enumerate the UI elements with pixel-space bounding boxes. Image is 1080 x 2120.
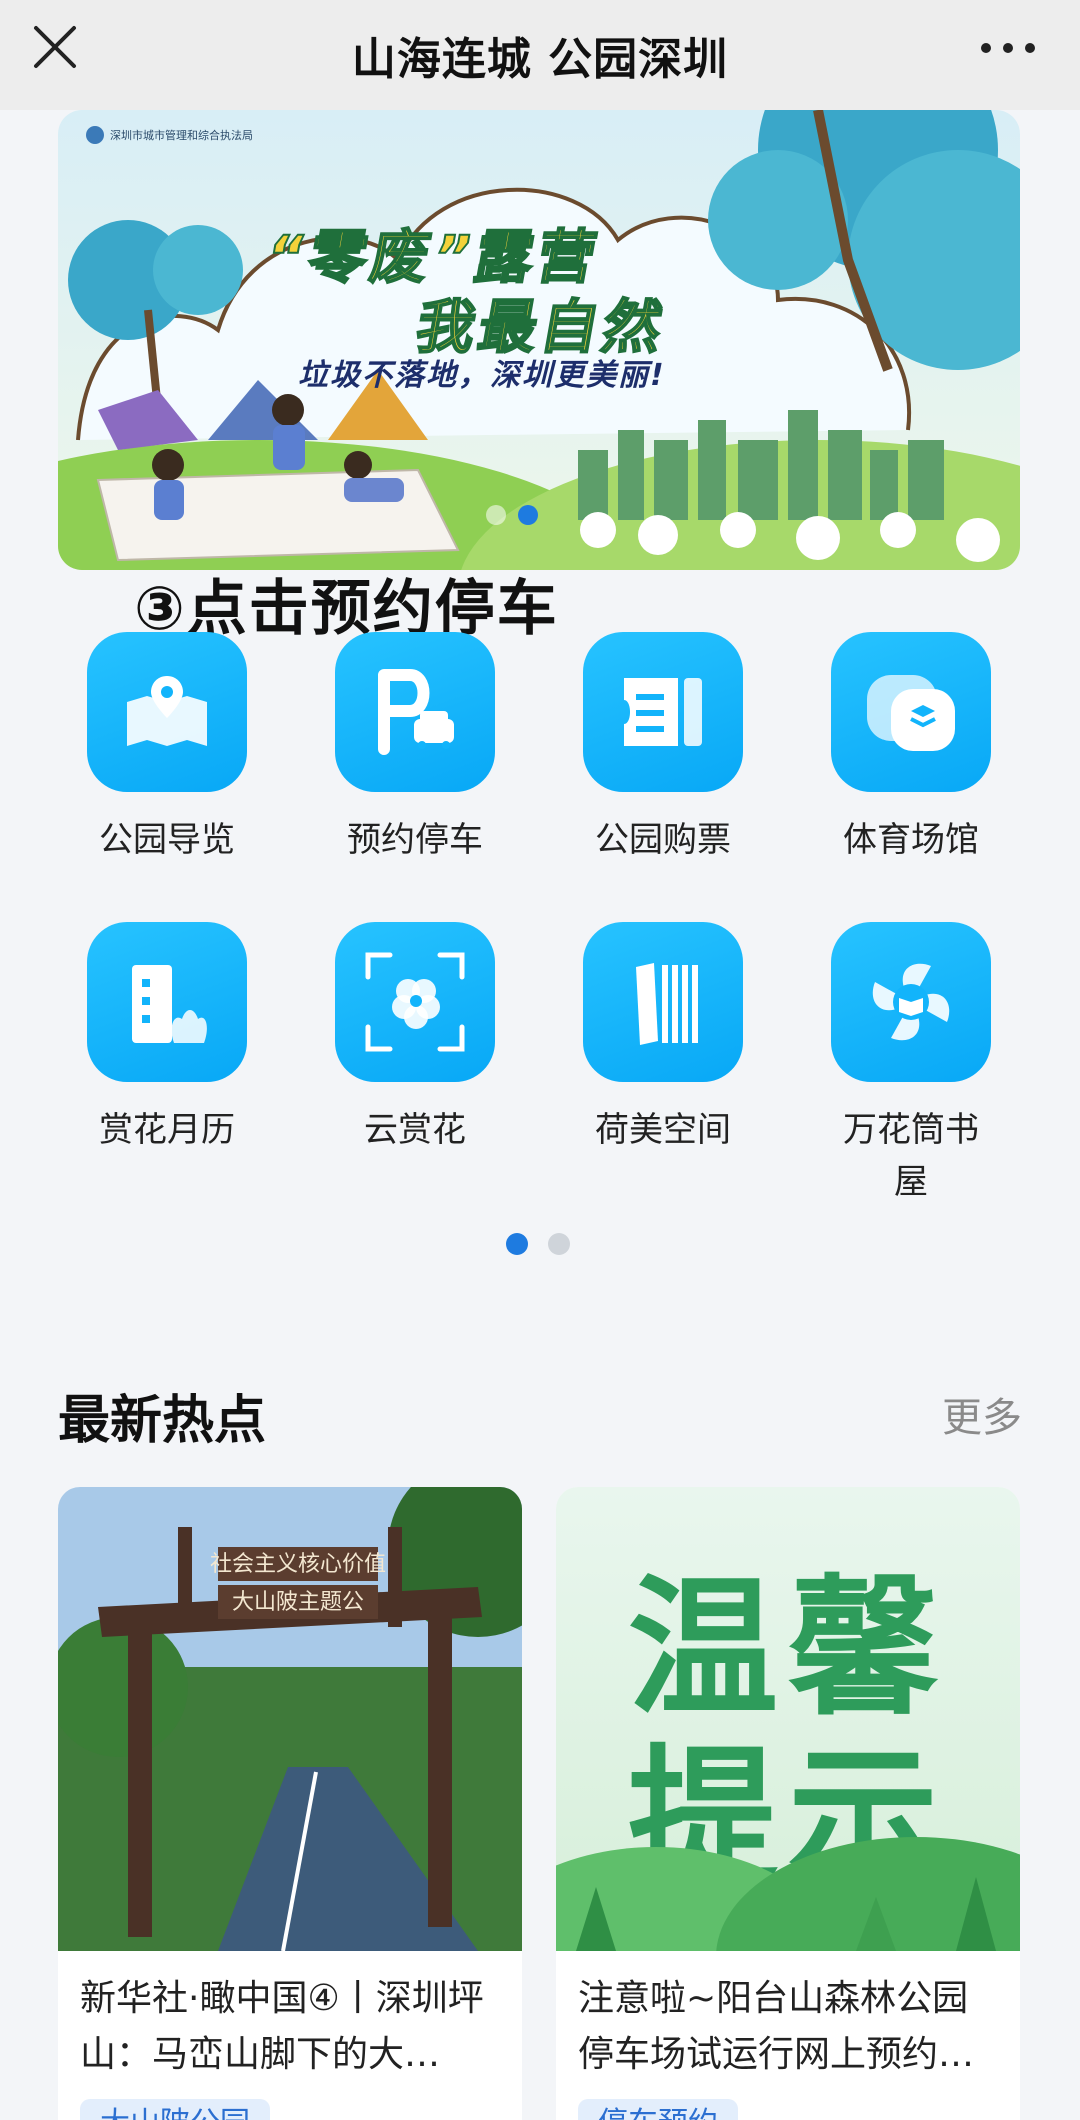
banner-dot-2[interactable]: [518, 505, 538, 525]
service-flower-calendar[interactable]: 赏花月历: [57, 922, 277, 1156]
service-stadiums[interactable]: 体育场馆: [801, 632, 1021, 866]
service-label: 万花筒书屋: [843, 1110, 979, 1202]
more-dots-icon[interactable]: [976, 28, 1040, 68]
banner-dot-1[interactable]: [486, 505, 506, 525]
news-tag[interactable]: 停车预约: [578, 2099, 738, 2120]
service-label: 赏花月历: [99, 1110, 235, 1150]
banner-org-text: 深圳市城市管理和综合执法局: [110, 129, 253, 142]
building-flower-icon: [87, 922, 247, 1082]
map-pin-icon: [87, 632, 247, 792]
banner-org: 深圳市城市管理和综合执法局: [86, 126, 253, 144]
service-label: 荷美空间: [595, 1110, 731, 1150]
service-label: 体育场馆: [843, 820, 979, 860]
service-park-tickets[interactable]: 公园购票: [553, 632, 773, 866]
top-bar: 山海连城 公园深圳: [0, 0, 1080, 110]
news-card-1[interactable]: 社会主义核心价值 大山陂主题公 新华社·瞰中国④丨深圳坪山：马峦山脚下的大… 大…: [58, 1487, 522, 2120]
news-title: 新华社·瞰中国④丨深圳坪山：马峦山脚下的大…: [80, 1978, 484, 2075]
parking-car-icon: [335, 632, 495, 792]
city-logo-icon: [86, 126, 104, 144]
service-parking-reservation[interactable]: 预约停车: [305, 632, 525, 866]
close-icon[interactable]: [30, 22, 80, 72]
news-title: 注意啦~阳台山森林公园停车场试运行网上预约…: [578, 1978, 975, 2075]
more-link[interactable]: 更多: [942, 1385, 1022, 1443]
flower-scan-icon: [335, 922, 495, 1082]
news-card-2[interactable]: 温馨 提示 注意啦~阳台山森林公园停车场试运行网上预约… 停车预约: [556, 1487, 1020, 2120]
service-kaleidoscope-bookhouse[interactable]: 万花筒书屋: [801, 922, 1021, 1208]
page-title: 山海连城 公园深圳: [351, 34, 729, 85]
promo-banner[interactable]: 深圳市城市管理和综合执法局 “零废”露营 我最自然 垃圾不落地，深圳更美丽!: [58, 110, 1020, 570]
ticket-icon: [583, 632, 743, 792]
news-thumbnail-park-gate: 社会主义核心价值 大山陂主题公: [58, 1487, 522, 1951]
service-hemei-space[interactable]: 荷美空间: [553, 922, 773, 1156]
news-thumbnail-warm-tip: 温馨 提示: [556, 1487, 1020, 1951]
service-label: 公园导览: [99, 820, 235, 860]
banner-slogan-3: 垃圾不落地，深圳更美丽!: [298, 358, 666, 393]
services-page-dot-1[interactable]: [506, 1233, 528, 1255]
service-label: 预约停车: [347, 820, 483, 860]
poster-hills: [556, 1837, 1020, 1951]
section-title-hot: 最新热点: [58, 1391, 267, 1451]
kaleidoscope-book-icon: [831, 922, 991, 1082]
stadium-icon: [831, 632, 991, 792]
banner-pager: [486, 505, 538, 525]
services-pager: [506, 1233, 570, 1255]
service-cloud-flowers[interactable]: 云赏花: [305, 922, 525, 1156]
book-stack-icon: [583, 922, 743, 1082]
service-label: 云赏花: [364, 1110, 466, 1150]
services-page-dot-2[interactable]: [548, 1233, 570, 1255]
gate-sign-top: 社会主义核心价值: [210, 1552, 386, 1577]
service-label: 公园购票: [595, 820, 731, 860]
gate-sign-bottom: 大山陂主题公: [232, 1590, 364, 1615]
service-park-guide[interactable]: 公园导览: [57, 632, 277, 866]
news-tag[interactable]: 大山陂公园: [80, 2099, 270, 2120]
